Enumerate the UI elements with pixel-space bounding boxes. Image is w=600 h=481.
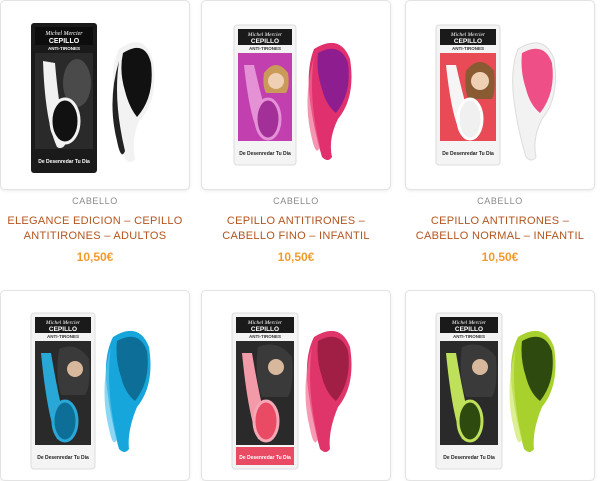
box-line1: CEPILLO [251,38,279,45]
product-grid: Michel Mercier CEPILLO ANTI-TIRONES De D… [0,0,600,481]
product-card[interactable]: Michel Mercier CEPILLO ANTI-TIRONES De D… [0,290,190,481]
box-slogan: De Desenredar Tu Dia [37,455,89,461]
product-image[interactable]: Michel Mercier CEPILLO ANTI-TIRONES De D… [201,290,391,481]
box-line2: ANTI-TIRONES [47,334,79,339]
box-line2: ANTI-TIRONES [48,46,80,51]
product-price: 10,50€ [76,250,114,264]
product-image[interactable]: Michel Mercier CEPILLO ANTI-TIRONES De D… [405,0,595,190]
box-slogan: De Desenredar Tu Dia [443,455,495,461]
product-card[interactable]: Michel Mercier CEPILLO ANTI-TIRONES De D… [405,0,595,265]
box-line1: CEPILLO [454,38,482,45]
box-line2: ANTI-TIRONES [452,46,484,51]
product-photo: Michel Mercier CEPILLO ANTI-TIRONES De D… [233,24,352,166]
product-image[interactable]: Michel Mercier CEPILLO ANTI-TIRONES De D… [201,0,391,190]
product-card[interactable]: Michel Mercier CEPILLO ANTI-TIRONES De D… [201,290,391,481]
box-line1: CEPILLO [49,38,80,45]
product-title[interactable]: CEPILLO ANTITIRONES – CABELLO FINO – INF… [201,214,391,244]
product-category[interactable]: CABELLO [405,194,595,208]
product-title[interactable]: ELEGANCE EDICION – CEPILLO ANTITIRONES –… [0,214,190,244]
box-line2: ANTI-TIRONES [249,334,281,339]
product-category[interactable]: CABELLO [201,194,391,208]
box-line1: CEPILLO [49,326,77,333]
product-price: 10,50€ [481,250,519,264]
product-price: 10,50€ [277,250,315,264]
product-category[interactable]: CABELLO [0,194,190,208]
product-photo: Michel Mercier CEPILLO ANTI-TIRONES De D… [435,312,556,470]
box-slogan: De Desenredar Tu Dia [239,455,291,461]
product-image[interactable]: Michel Mercier CEPILLO ANTI-TIRONES De D… [0,290,190,481]
box-slogan: De Desenredar Tu Dia [442,151,494,157]
product-photo: Michel Mercier CEPILLO ANTI-TIRONES De D… [30,312,151,470]
box-slogan: De Desenredar Tu Dia [38,159,90,165]
product-title[interactable]: CEPILLO ANTITIRONES – CABELLO NORMAL – I… [405,214,595,244]
product-card[interactable]: Michel Mercier CEPILLO ANTI-TIRONES De D… [201,0,391,265]
box-line1: CEPILLO [455,326,483,333]
box-brand: Michel Mercier [44,31,83,37]
product-photo: Michel Mercier CEPILLO ANTI-TIRONES De D… [231,312,352,470]
product-image[interactable]: Michel Mercier CEPILLO ANTI-TIRONES De D… [405,290,595,481]
box-line1: CEPILLO [251,326,279,333]
box-line2: ANTI-TIRONES [453,334,485,339]
product-photo: Michel Mercier CEPILLO ANTI-TIRONES De D… [31,23,155,173]
product-image[interactable]: Michel Mercier CEPILLO ANTI-TIRONES De D… [0,0,190,190]
product-photo: Michel Mercier CEPILLO ANTI-TIRONES De D… [435,24,556,166]
product-card[interactable]: Michel Mercier CEPILLO ANTI-TIRONES De D… [405,290,595,481]
box-slogan: De Desenredar Tu Dia [239,151,291,157]
box-line2: ANTI-TIRONES [249,46,281,51]
product-card[interactable]: Michel Mercier CEPILLO ANTI-TIRONES De D… [0,0,190,265]
